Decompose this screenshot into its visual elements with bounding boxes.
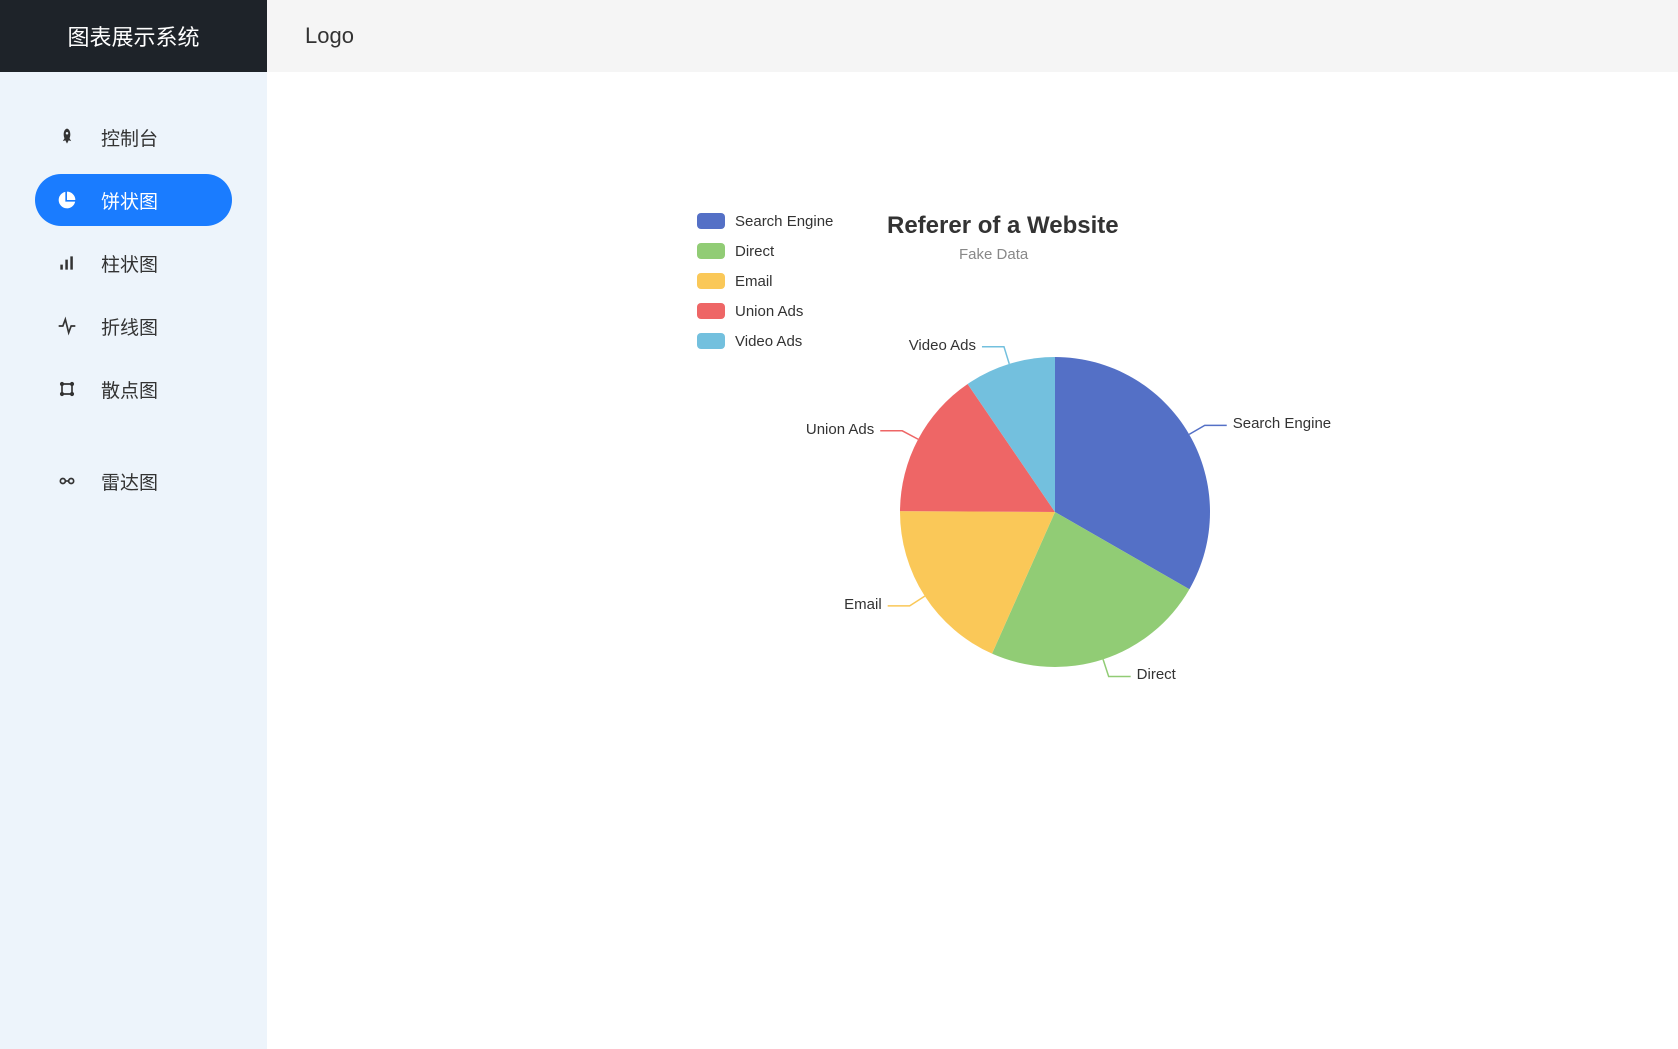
label-line — [888, 596, 925, 606]
legend-swatch — [697, 303, 725, 319]
label-line — [880, 431, 918, 439]
slice-label: Video Ads — [909, 337, 976, 354]
slice-label: Direct — [1137, 666, 1176, 683]
glasses-icon — [53, 471, 81, 491]
legend-label: Union Ads — [735, 303, 803, 320]
sidebar-item-bar[interactable]: 柱状图 — [35, 237, 232, 289]
app-title: 图表展示系统 — [0, 0, 267, 72]
legend-label: Direct — [735, 243, 774, 260]
pie-chart-icon — [53, 190, 81, 210]
sidebar-item-label: 雷达图 — [101, 468, 158, 495]
chart-title: Referer of a Website — [887, 212, 1119, 240]
sidebar-item-scatter[interactable]: 散点图 — [35, 363, 232, 415]
sidebar-item-label: 柱状图 — [101, 250, 158, 277]
grid-icon — [53, 379, 81, 399]
sidebar-item-label: 散点图 — [101, 376, 158, 403]
pie-wrap: Search EngineDirectEmailUnion AdsVideo A… — [845, 302, 1265, 722]
legend-swatch — [697, 273, 725, 289]
legend-item[interactable]: Direct — [697, 236, 833, 266]
slice-label: Union Ads — [806, 421, 874, 438]
chart-legend: Search Engine Direct Email Union Ads Video A… — [697, 206, 833, 356]
logo-text: Logo — [305, 23, 354, 49]
label-line — [1189, 425, 1227, 434]
sidebar-item-label: 饼状图 — [101, 187, 158, 214]
sidebar-item-line[interactable]: 折线图 — [35, 300, 232, 352]
legend-item[interactable]: Search Engine — [697, 206, 833, 236]
legend-swatch — [697, 213, 725, 229]
legend-label: Search Engine — [735, 213, 833, 230]
sidebar-item-dashboard[interactable]: 控制台 — [35, 111, 232, 163]
legend-label: Video Ads — [735, 333, 802, 350]
sidebar-item-label: 控制台 — [101, 124, 158, 151]
sidebar: 控制台 饼状图 柱状图 折线图 散点图 — [0, 72, 267, 1049]
slice-label: Search Engine — [1233, 415, 1331, 432]
sidebar-item-label: 折线图 — [101, 313, 158, 340]
bar-chart-icon — [53, 253, 81, 273]
sidebar-item-pie[interactable]: 饼状图 — [35, 174, 232, 226]
topbar-right: Logo — [267, 0, 1678, 72]
main-content: Referer of a Website Fake Data Search En… — [267, 72, 1678, 1049]
legend-swatch — [697, 333, 725, 349]
chart-subtitle: Fake Data — [959, 246, 1028, 263]
legend-label: Email — [735, 273, 773, 290]
legend-item[interactable]: Email — [697, 266, 833, 296]
activity-icon — [53, 316, 81, 336]
legend-swatch — [697, 243, 725, 259]
slice-label: Email — [844, 596, 882, 613]
sidebar-item-radar[interactable]: 雷达图 — [35, 455, 232, 507]
label-line — [982, 347, 1009, 364]
rocket-icon — [53, 127, 81, 147]
topbar: 图表展示系统 Logo — [0, 0, 1678, 72]
label-line — [1103, 659, 1131, 676]
legend-item[interactable]: Video Ads — [697, 326, 833, 356]
legend-item[interactable]: Union Ads — [697, 296, 833, 326]
